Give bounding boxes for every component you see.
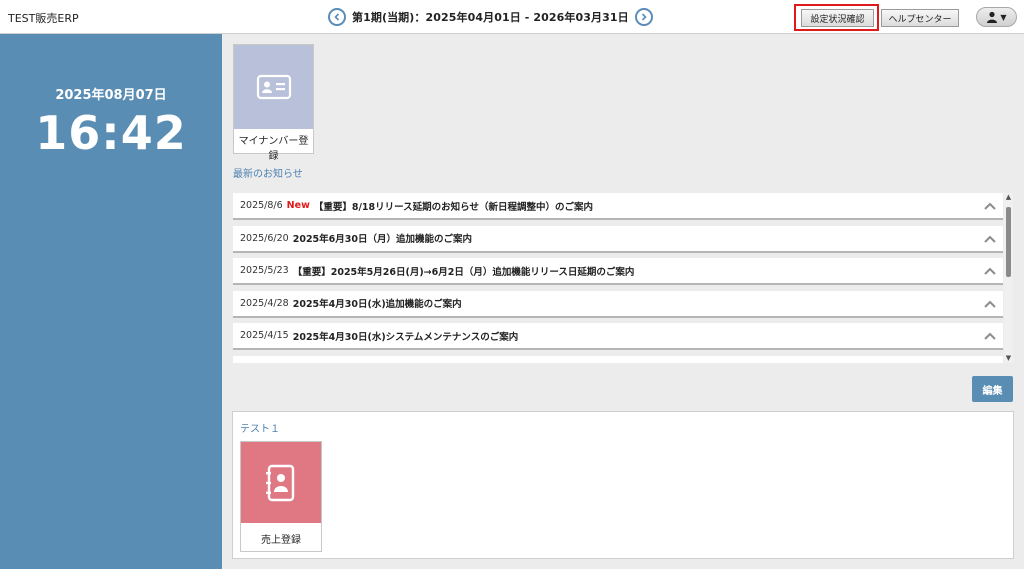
chevron-up-icon[interactable]: [983, 233, 997, 245]
new-badge: New: [286, 200, 310, 211]
mynumber-registration-tile[interactable]: マイナンバー登録: [233, 44, 314, 162]
news-title: 【重要】2025年5月26日(月)→6月2日（月）追加機能リリース日延期のご案内: [292, 266, 635, 278]
fiscal-period-label: 第1期(当期)：2025年04月01日 - 2026年03月31日: [352, 11, 629, 24]
chevron-up-icon[interactable]: [983, 330, 997, 342]
help-center-button[interactable]: ヘルプセンター: [881, 9, 959, 27]
chevron-right-icon[interactable]: [634, 8, 653, 26]
fiscal-period-selector: 第1期(当期)：2025年04月01日 - 2026年03月31日: [328, 8, 653, 26]
current-time: 16:42: [35, 106, 187, 160]
news-item[interactable]: 2025/4/28 2025年4月30日(水)追加機能のご案内: [233, 290, 1003, 318]
edit-button[interactable]: 編集: [972, 376, 1013, 402]
news-date: 2025/4/28: [240, 297, 289, 309]
news-item[interactable]: 2025/8/6 New 【重要】8/18リリース延期のお知らせ（新日程調整中）…: [233, 193, 1003, 220]
news-date: 2025/6/20: [240, 232, 289, 244]
tile-icon-area: [234, 45, 313, 129]
group-title: テスト１: [240, 424, 280, 435]
app-title: TEST販売ERP: [8, 12, 79, 25]
settings-status-button[interactable]: 設定状況確認: [801, 9, 874, 27]
news-scrollbar[interactable]: ▲ ▼: [1004, 193, 1013, 363]
scroll-down-arrow-icon[interactable]: ▼: [1004, 354, 1013, 363]
sales-registration-tile[interactable]: 売上登録: [240, 441, 322, 552]
news-item[interactable]: 2025/6/20 2025年6月30日（月）追加機能のご案内: [233, 225, 1003, 253]
chevron-up-icon[interactable]: [983, 265, 997, 277]
chevron-left-icon[interactable]: [328, 8, 346, 26]
news-title: 2025年4月30日(水)システムメンテナンスのご案内: [292, 331, 519, 343]
chevron-up-icon[interactable]: [983, 200, 997, 212]
id-card-icon: [256, 74, 291, 100]
tile-label: マイナンバー登録: [238, 136, 309, 162]
tile-label: 売上登録: [261, 535, 301, 546]
news-title: 2025年6月30日（月）追加機能のご案内: [292, 234, 472, 245]
scroll-up-arrow-icon[interactable]: ▲: [1004, 193, 1013, 202]
news-date: 2025/4/15: [240, 330, 289, 341]
chevron-up-icon[interactable]: [983, 298, 997, 310]
contact-book-icon: [266, 464, 295, 501]
tile-icon-area: [241, 442, 321, 523]
news-title: 2025年4月30日(水)追加機能のご案内: [292, 299, 462, 310]
menu-group-panel: テスト１: [232, 411, 1014, 559]
user-icon: [987, 11, 998, 23]
news-item[interactable]: 2025/5/23 【重要】2025年5月26日(月)→6月2日（月）追加機能リ…: [233, 258, 1003, 285]
clock-panel: 2025年08月07日 16:42: [0, 34, 222, 569]
top-header: TEST販売ERP 第1期(当期)：2025年04月01日 - 2026年03月…: [0, 0, 1024, 34]
news-heading: 最新のお知らせ: [233, 169, 303, 180]
news-title: 【重要】8/18リリース延期のお知らせ（新日程調整中）のご案内: [313, 201, 593, 213]
current-date: 2025年08月07日: [55, 88, 167, 103]
news-item-partial[interactable]: [233, 355, 1003, 363]
news-list: 2025/8/6 New 【重要】8/18リリース延期のお知らせ（新日程調整中）…: [233, 193, 1003, 363]
news-item[interactable]: 2025/4/15 2025年4月30日(水)システムメンテナンスのご案内: [233, 323, 1003, 350]
caret-down-icon: ▼: [1000, 12, 1007, 22]
user-menu-button[interactable]: ▼: [976, 7, 1017, 27]
news-date: 2025/5/23: [240, 265, 289, 276]
scrollbar-thumb[interactable]: [1006, 207, 1011, 277]
news-date: 2025/8/6: [240, 200, 283, 211]
